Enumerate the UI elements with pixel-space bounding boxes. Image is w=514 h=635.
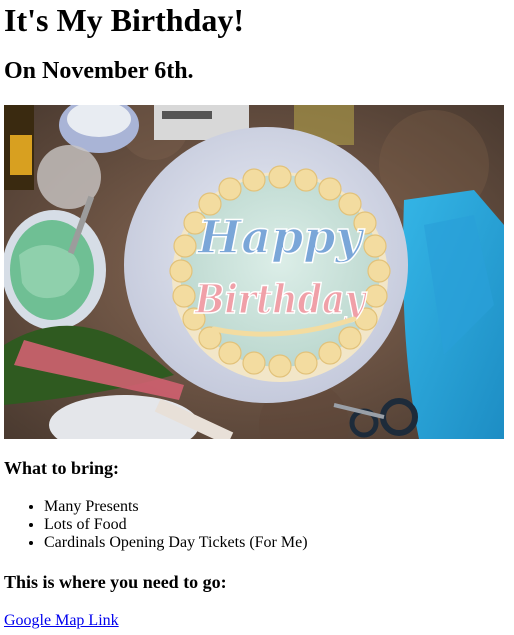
list-item: Lots of Food <box>44 516 308 534</box>
list-item: Many Presents <box>44 498 308 516</box>
page-title: It's My Birthday! <box>4 2 244 38</box>
cake-text-birthday: Birthday <box>194 276 367 323</box>
location-heading: This is where you need to go: <box>4 572 227 592</box>
list-item: Cardinals Opening Day Tickets (For Me) <box>44 534 308 552</box>
bring-heading: What to bring: <box>4 458 120 478</box>
page-subtitle: On November 6th. <box>4 58 194 84</box>
birthday-cake-photo: Happy Birthday <box>4 105 504 439</box>
bring-list: Many Presents Lots of Food Cardinals Ope… <box>4 498 308 552</box>
google-map-link[interactable]: Google Map Link <box>4 612 119 630</box>
cake-text-happy: Happy <box>196 210 366 264</box>
